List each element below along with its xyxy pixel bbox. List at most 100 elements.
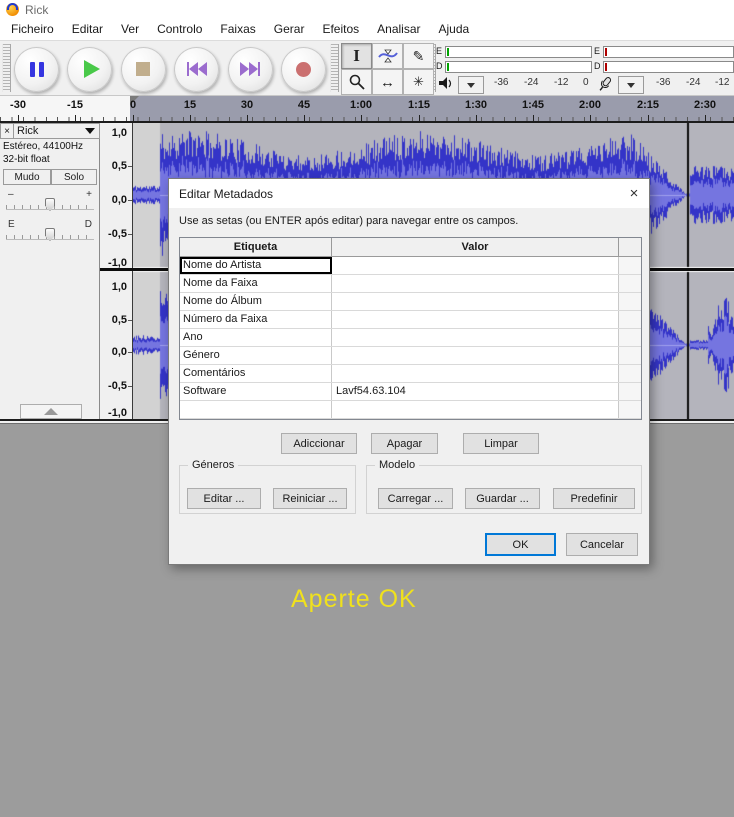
gain-min-label: – (8, 189, 14, 200)
menubar: FicheiroEditarVerControloFaixasGerarEfei… (0, 19, 734, 40)
pan-slider[interactable]: ED (6, 219, 94, 245)
play-icon (84, 60, 100, 78)
recording-meter-dropdown[interactable] (618, 76, 644, 94)
metadata-row: Ano (180, 329, 641, 347)
value-cell[interactable] (332, 293, 619, 310)
save-template-button[interactable]: Guardar ... (465, 488, 540, 509)
genres-group: Géneros Editar ... Reiniciar ... (179, 465, 356, 514)
tag-cell[interactable]: Número da Faixa (180, 311, 332, 328)
zoom-tool-button[interactable] (341, 69, 372, 95)
menu-item-gerar[interactable]: Gerar (265, 19, 314, 40)
toolbar-grip[interactable] (2, 44, 11, 92)
ruler-minor-ticks (0, 117, 734, 121)
tag-cell[interactable]: Nome do Artista (180, 257, 332, 274)
metadata-row: Comentários (180, 365, 641, 383)
cancel-button[interactable]: Cancelar (566, 533, 638, 556)
row-gutter (619, 347, 641, 364)
value-cell[interactable] (332, 347, 619, 364)
reset-genres-button[interactable]: Reiniciar ... (273, 488, 347, 509)
menu-item-ajuda[interactable]: Ajuda (430, 19, 479, 40)
gain-slider[interactable]: –+ (6, 189, 94, 215)
meter-channel-label: D (436, 59, 445, 74)
menu-item-controlo[interactable]: Controlo (148, 19, 211, 40)
value-column-header[interactable]: Valor (332, 238, 619, 256)
menu-item-ficheiro[interactable]: Ficheiro (2, 19, 63, 40)
meter-channel-row: D (594, 59, 734, 74)
amplitude-scale-label: 0,5 (112, 314, 127, 326)
value-cell[interactable]: Lavf54.63.104 (332, 383, 619, 400)
tag-cell[interactable]: Nome da Faixa (180, 275, 332, 292)
value-cell[interactable] (332, 257, 619, 274)
value-cell[interactable] (332, 329, 619, 346)
track-bitdepth-info: 32-bit float (3, 154, 50, 165)
value-cell[interactable] (332, 275, 619, 292)
toolbar-grip[interactable] (330, 44, 339, 92)
selection-tool-button[interactable]: I (341, 43, 372, 69)
row-gutter (619, 293, 641, 310)
draw-tool-button[interactable]: ✎ (403, 43, 434, 69)
meter-scale-label: 0 (583, 77, 589, 88)
tag-column-header[interactable]: Etiqueta (180, 238, 332, 256)
tag-cell[interactable]: Nome do Álbum (180, 293, 332, 310)
meter-bar (603, 46, 734, 58)
clear-button[interactable]: Limpar (463, 433, 539, 454)
value-cell[interactable] (332, 365, 619, 382)
track-name-menu[interactable]: Rick (14, 123, 100, 139)
amplitude-scale-label: -0,5 (108, 228, 127, 240)
row-gutter (619, 311, 641, 328)
menu-item-analisar[interactable]: Analisar (368, 19, 429, 40)
skip-to-start-button[interactable] (174, 47, 219, 92)
microphone-icon (596, 76, 614, 98)
solo-button[interactable]: Solo (51, 169, 97, 185)
genres-group-label: Géneros (188, 459, 238, 471)
stop-button[interactable] (121, 47, 166, 92)
menu-item-editar[interactable]: Editar (63, 19, 112, 40)
ruler-label: 30 (241, 99, 253, 111)
envelope-icon (377, 48, 399, 64)
meter-channel-row: D (436, 59, 592, 74)
menu-item-efeitos[interactable]: Efeitos (313, 19, 368, 40)
remove-tag-button[interactable]: Apagar (371, 433, 438, 454)
metadata-table-rows: Nome do ArtistaNome da FaixaNome do Álbu… (180, 257, 641, 419)
dialog-close-icon[interactable]: × (619, 185, 649, 202)
record-button[interactable] (281, 47, 326, 92)
value-cell[interactable] (332, 401, 619, 418)
row-gutter (619, 383, 641, 400)
timeshift-tool-button[interactable]: ↔ (372, 69, 403, 95)
menu-item-ver[interactable]: Ver (112, 19, 148, 40)
ruler-label: 45 (298, 99, 310, 111)
dialog-titlebar[interactable]: Editar Metadados × (169, 179, 649, 208)
annotation-text: Aperte OK (291, 585, 417, 614)
metadata-row: Número da Faixa (180, 311, 641, 329)
tag-cell[interactable] (180, 401, 332, 418)
menu-item-faixas[interactable]: Faixas (211, 19, 264, 40)
ok-button[interactable]: OK (485, 533, 556, 556)
skip-start-icon (187, 62, 207, 76)
tag-cell[interactable]: Género (180, 347, 332, 364)
load-template-button[interactable]: Carregar ... (378, 488, 453, 509)
edit-genres-button[interactable]: Editar ... (187, 488, 261, 509)
track-collapse-button[interactable] (20, 404, 82, 419)
ruler-label: 2:30 (694, 99, 716, 111)
skip-to-end-button[interactable] (228, 47, 273, 92)
tag-cell[interactable]: Software (180, 383, 332, 400)
add-tag-button[interactable]: Adiccionar (281, 433, 357, 454)
playback-meter[interactable]: ED -36-24-120 (436, 44, 592, 94)
set-default-button[interactable]: Predefinir (553, 488, 635, 509)
track-close-button[interactable]: × (0, 123, 14, 139)
timeline-ruler[interactable]: -30-1501530451:001:151:301:452:002:152:3… (0, 96, 734, 123)
play-button[interactable] (67, 47, 112, 92)
playback-meter-dropdown[interactable] (458, 76, 484, 94)
metadata-row: Género (180, 347, 641, 365)
vertical-scale-ruler[interactable]: 1,00,50,0-0,5-1,01,00,50,0-0,5-1,0 (100, 123, 133, 419)
tag-cell[interactable]: Comentários (180, 365, 332, 382)
pause-button[interactable] (14, 47, 59, 92)
multi-tool-button[interactable]: ✳ (403, 69, 434, 95)
recording-meter[interactable]: ED -36-24-12 (594, 44, 734, 94)
ruler-label: 0 (130, 99, 136, 111)
template-group-label: Modelo (375, 459, 419, 471)
envelope-tool-button[interactable] (372, 43, 403, 69)
value-cell[interactable] (332, 311, 619, 328)
mute-button[interactable]: Mudo (3, 169, 51, 185)
tag-cell[interactable]: Ano (180, 329, 332, 346)
